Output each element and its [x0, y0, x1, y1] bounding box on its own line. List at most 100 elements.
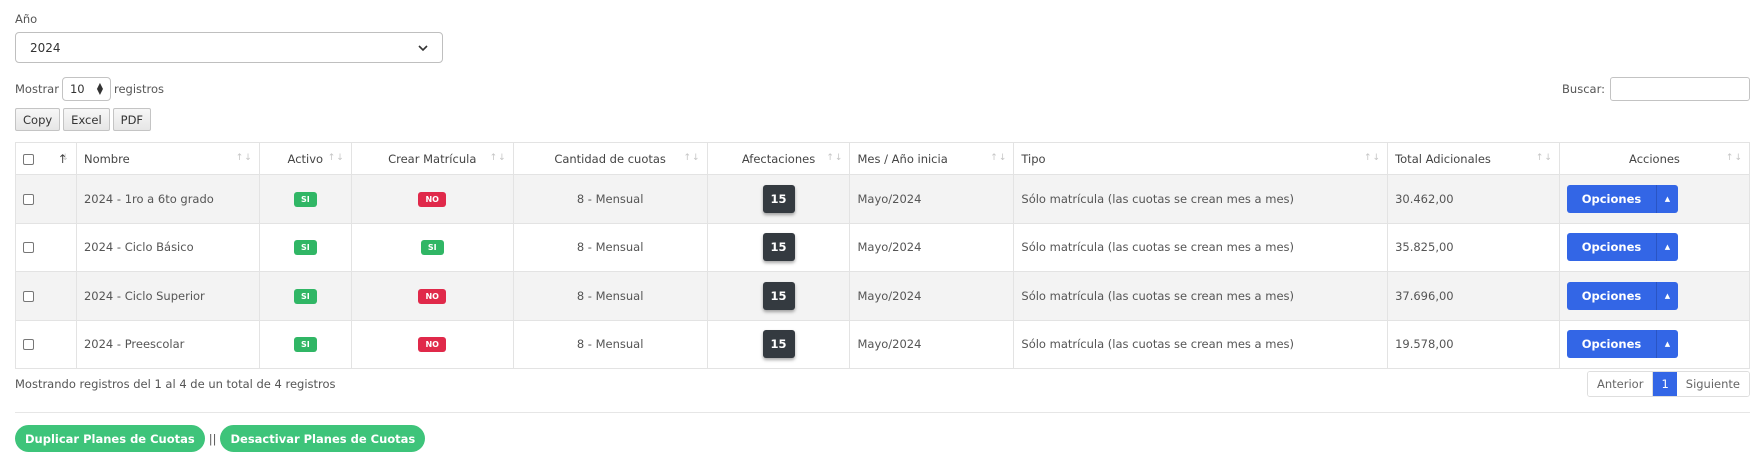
header-afectaciones[interactable]: Afectaciones ↑↓: [706, 142, 851, 175]
length-prefix: Mostrar: [15, 82, 59, 96]
cell-nombre: 2024 - 1ro a 6to grado: [75, 174, 260, 224]
search-filter: Buscar:: [1562, 77, 1750, 101]
page-1-button[interactable]: 1: [1653, 372, 1677, 396]
sort-icon: ↑↓: [990, 153, 1008, 163]
row-checkbox[interactable]: [23, 242, 34, 254]
cell-cantidad-cuotas: 8 - Mensual: [512, 222, 708, 272]
caret-up-icon[interactable]: ▲: [1655, 233, 1678, 262]
cell-mes-inicia: Mayo/2024: [849, 319, 1015, 369]
payment-plans-table: ↑ ↓ Nombre ↑↓ Activo ↑↓ Crear Matrícula ↑↓ …: [15, 142, 1751, 369]
cell-total-adicionales: 19.578,00: [1387, 319, 1560, 369]
divider: [15, 412, 1750, 413]
export-buttons: Copy Excel PDF: [15, 108, 152, 131]
year-label: Año: [15, 12, 38, 26]
cell-tipo: Sólo matrícula (las cuotas se crean mes …: [1013, 222, 1389, 272]
header-nombre[interactable]: Nombre ↑↓: [75, 142, 260, 175]
cell-cantidad-cuotas: 8 - Mensual: [512, 174, 708, 224]
options-button-group: Opciones ▲: [1566, 184, 1678, 213]
bulk-actions: Duplicar Planes de Cuotas || Desactivar …: [15, 425, 426, 452]
header-mes-inicia[interactable]: Mes / Año inicia ↑↓: [849, 142, 1015, 175]
status-badge: SI: [293, 288, 317, 304]
caret-up-icon[interactable]: ▲: [1655, 281, 1678, 310]
cell-tipo: Sólo matrícula (las cuotas se crean mes …: [1013, 174, 1389, 224]
cell-total-adicionales: 30.462,00: [1387, 174, 1560, 224]
afectaciones-count[interactable]: 15: [762, 330, 795, 359]
length-value: 10: [69, 82, 85, 96]
header-tipo[interactable]: Tipo ↑↓: [1013, 142, 1389, 175]
sort-icon: ↑↓: [235, 153, 253, 163]
deactivate-plans-button[interactable]: Desactivar Planes de Cuotas: [220, 425, 426, 452]
sort-icon: ↑↓: [683, 153, 701, 163]
separator: ||: [208, 431, 217, 446]
length-menu: Mostrar 10 ▲ ▼ registros: [15, 77, 164, 101]
status-badge: NO: [418, 191, 446, 207]
duplicate-plans-button[interactable]: Duplicar Planes de Cuotas: [15, 425, 205, 452]
table-row: 2024 - Ciclo Básico SI SI 8 - Mensual 15…: [15, 222, 1751, 272]
status-badge: NO: [418, 337, 446, 353]
cell-mes-inicia: Mayo/2024: [849, 271, 1015, 321]
select-all-checkbox[interactable]: [23, 153, 34, 165]
table-header-row: ↑ ↓ Nombre ↑↓ Activo ↑↓ Crear Matrícula ↑↓ …: [15, 142, 1751, 175]
excel-button[interactable]: Excel: [63, 108, 110, 131]
afectaciones-count[interactable]: 15: [762, 184, 795, 213]
year-select-value: 2024: [30, 40, 61, 55]
row-checkbox[interactable]: [23, 339, 34, 351]
options-button-group: Opciones ▲: [1566, 233, 1678, 262]
pagination: Anterior 1 Siguiente: [1587, 371, 1750, 397]
year-select[interactable]: 2024: [15, 32, 443, 63]
sort-icon: ↑↓: [489, 153, 507, 163]
header-total-adicionales[interactable]: Total Adicionales ↑↓: [1387, 142, 1560, 175]
sort-icon: ↓: [61, 153, 70, 163]
pdf-button[interactable]: PDF: [112, 108, 152, 131]
sort-icon: ↑↓: [826, 153, 844, 163]
cell-tipo: Sólo matrícula (las cuotas se crean mes …: [1013, 319, 1389, 369]
cell-mes-inicia: Mayo/2024: [849, 222, 1015, 272]
status-badge: SI: [293, 337, 317, 353]
cell-cantidad-cuotas: 8 - Mensual: [512, 271, 708, 321]
sort-icon: ↑↓: [1725, 153, 1743, 163]
table-row: 2024 - 1ro a 6to grado SI NO 8 - Mensual…: [15, 174, 1751, 224]
row-checkbox[interactable]: [23, 193, 34, 205]
header-activo[interactable]: Activo ↑↓: [258, 142, 352, 175]
status-badge: NO: [418, 288, 446, 304]
header-select-all[interactable]: ↑ ↓: [15, 142, 77, 175]
options-button[interactable]: Opciones: [1566, 184, 1656, 213]
caret-up-icon[interactable]: ▲: [1655, 330, 1678, 359]
row-checkbox[interactable]: [23, 290, 34, 302]
cell-tipo: Sólo matrícula (las cuotas se crean mes …: [1013, 271, 1389, 321]
header-crear-matricula[interactable]: Crear Matrícula ↑↓: [350, 142, 514, 175]
sort-icon: ↑↓: [327, 153, 345, 163]
copy-button[interactable]: Copy: [15, 108, 61, 131]
header-acciones[interactable]: Acciones ↑↓: [1558, 142, 1751, 175]
header-cantidad-cuotas[interactable]: Cantidad de cuotas ↑↓: [512, 142, 708, 175]
cell-total-adicionales: 35.825,00: [1387, 222, 1560, 272]
next-page-button[interactable]: Siguiente: [1676, 372, 1749, 396]
options-button[interactable]: Opciones: [1566, 233, 1656, 262]
table-row: 2024 - Preescolar SI NO 8 - Mensual 15 M…: [15, 319, 1751, 369]
status-badge: SI: [293, 240, 317, 256]
cell-cantidad-cuotas: 8 - Mensual: [512, 319, 708, 369]
search-input[interactable]: [1610, 77, 1750, 101]
table-row: 2024 - Ciclo Superior SI NO 8 - Mensual …: [15, 271, 1751, 321]
options-button-group: Opciones ▲: [1566, 281, 1678, 310]
cell-nombre: 2024 - Ciclo Básico: [75, 222, 260, 272]
status-badge: SI: [293, 191, 317, 207]
prev-page-button[interactable]: Anterior: [1588, 372, 1654, 396]
table-info: Mostrando registros del 1 al 4 de un tot…: [15, 377, 336, 391]
options-button[interactable]: Opciones: [1566, 281, 1656, 310]
afectaciones-count[interactable]: 15: [762, 281, 795, 310]
options-button-group: Opciones ▲: [1566, 330, 1678, 359]
sort-icon: ↑↓: [1535, 153, 1553, 163]
search-label: Buscar:: [1562, 82, 1605, 96]
status-badge: SI: [420, 240, 444, 256]
cell-nombre: 2024 - Ciclo Superior: [75, 271, 260, 321]
afectaciones-count[interactable]: 15: [762, 233, 795, 262]
caret-up-icon[interactable]: ▲: [1655, 184, 1678, 213]
cell-nombre: 2024 - Preescolar: [75, 319, 260, 369]
sort-icon: ↑↓: [1363, 153, 1382, 163]
options-button[interactable]: Opciones: [1566, 330, 1656, 359]
cell-mes-inicia: Mayo/2024: [849, 174, 1015, 224]
chevron-down-icon: [418, 44, 428, 51]
length-suffix: registros: [113, 82, 165, 96]
length-select[interactable]: 10 ▲ ▼: [61, 77, 111, 101]
